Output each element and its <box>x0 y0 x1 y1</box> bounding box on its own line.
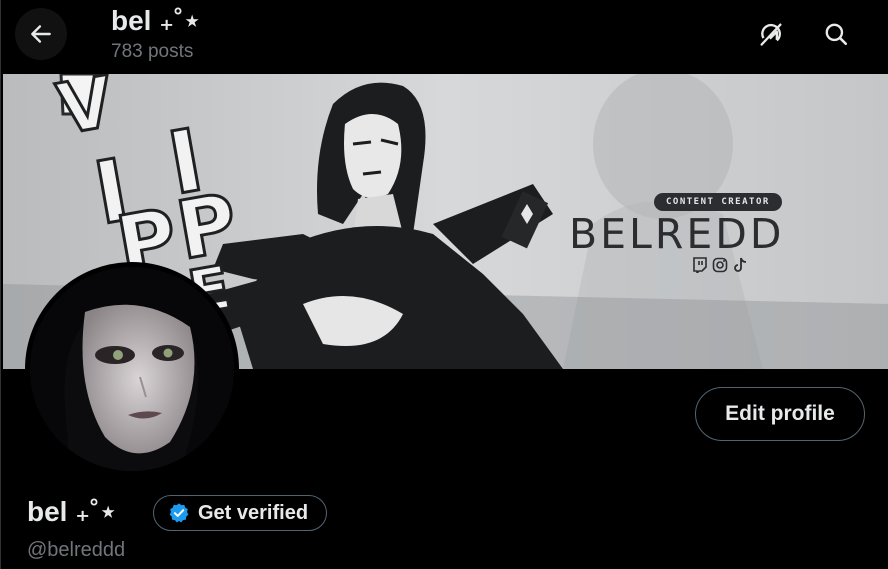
grok-icon <box>760 23 782 46</box>
back-button[interactable] <box>15 8 67 60</box>
get-verified-button[interactable]: Get verified <box>153 495 328 531</box>
banner-social-icons <box>691 256 748 273</box>
profile-page: bel ₊˚⋆ 783 posts I I P P V E CONTENT CR… <box>0 0 888 569</box>
profile-header: bel ₊˚⋆ 783 posts <box>1 0 888 74</box>
profile-display-name: bel ₊˚⋆ <box>27 496 117 527</box>
search-icon <box>825 23 848 46</box>
verified-badge-icon <box>169 503 189 523</box>
instagram-icon <box>711 256 728 273</box>
tiktok-icon <box>731 256 748 273</box>
profile-handle: @belreddd <box>27 539 126 561</box>
content-creator-tag: CONTENT CREATOR <box>654 193 782 211</box>
grok-button[interactable] <box>749 12 793 56</box>
header-title: bel ₊˚⋆ <box>111 5 201 36</box>
search-button[interactable] <box>814 12 858 56</box>
header-title-block: bel ₊˚⋆ 783 posts <box>111 4 201 64</box>
posts-count: 783 posts <box>111 41 194 62</box>
profile-avatar[interactable] <box>25 262 239 476</box>
banner-brand-name: BELREDD <box>569 210 785 258</box>
get-verified-label: Get verified <box>198 501 309 524</box>
avatar-image <box>30 267 234 471</box>
edit-profile-button[interactable]: Edit profile <box>695 387 865 441</box>
twitch-icon <box>691 256 708 273</box>
arrow-left-icon <box>31 25 51 43</box>
